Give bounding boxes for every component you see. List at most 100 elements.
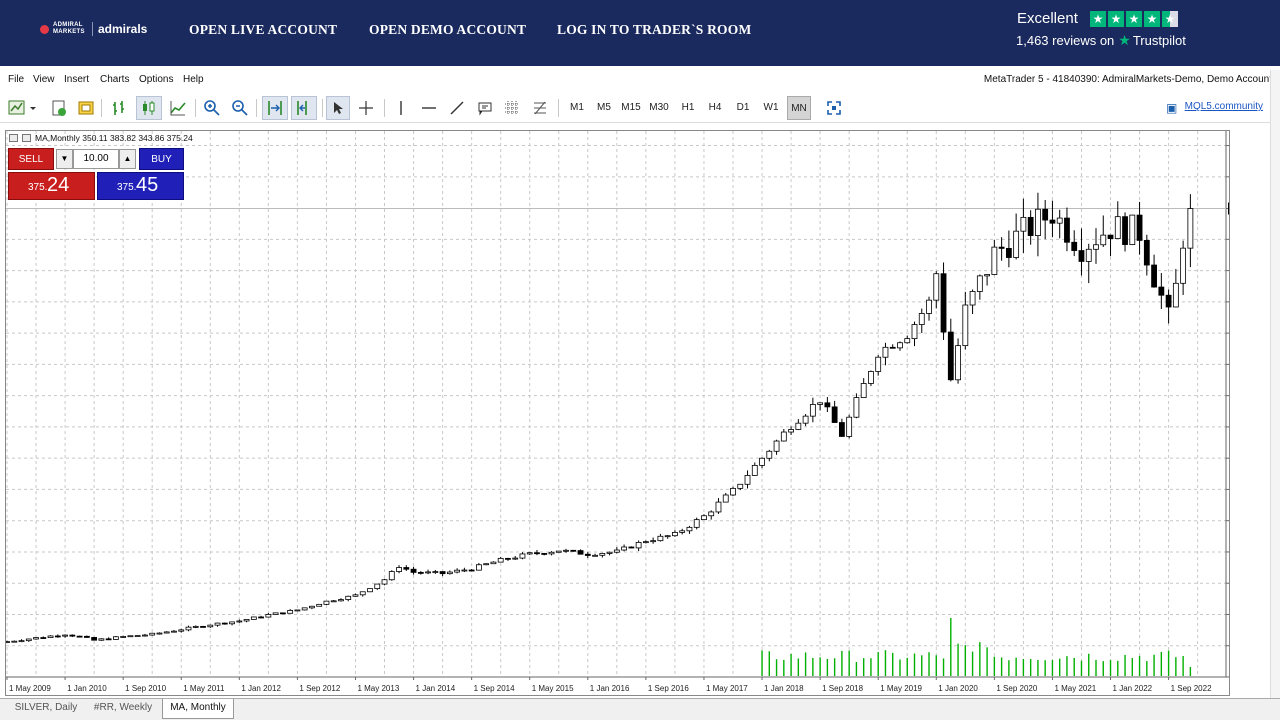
x-tick-label: 1 May 2009: [9, 684, 51, 693]
candle-body: [635, 542, 642, 549]
mql5-community-link[interactable]: MQL5.community: [1185, 101, 1263, 112]
candle-body: [657, 535, 664, 542]
candle-body: [185, 626, 192, 631]
sell-button[interactable]: SELL: [8, 148, 54, 170]
sell-price-pips: 24: [47, 174, 70, 196]
site-header: ADMIRAL MARKETS admirals OPEN LIVE ACCOU…: [0, 0, 1280, 66]
candle-body: [1143, 240, 1150, 266]
candle-body: [701, 515, 707, 521]
candle-body: [1027, 216, 1034, 236]
bar-chart-icon[interactable]: [108, 96, 132, 120]
open-live-account-link[interactable]: OPEN LIVE ACCOUNT: [189, 22, 337, 38]
timeframe-w1[interactable]: W1: [760, 96, 782, 120]
x-tick-label: 1 May 2019: [880, 684, 922, 693]
candle-body: [1071, 241, 1078, 251]
logo-dot-icon: [40, 24, 49, 34]
candle-body: [105, 638, 112, 641]
admirals-logo[interactable]: ADMIRAL MARKETS admirals: [40, 22, 147, 36]
half-star-icon: ★: [1162, 11, 1178, 27]
fibonacci-icon[interactable]: [529, 96, 551, 120]
cursor-icon[interactable]: [326, 96, 350, 120]
volume-increase-button[interactable]: ▲: [119, 149, 136, 169]
candle-body: [1035, 208, 1041, 236]
candlestick-chart-icon[interactable]: [136, 96, 162, 120]
auto-scroll-icon[interactable]: [262, 96, 288, 120]
candle-body: [809, 404, 816, 417]
timeframe-m15[interactable]: M15: [619, 96, 643, 120]
trendline-icon[interactable]: [446, 96, 468, 120]
trustpilot-name: Trustpilot: [1132, 33, 1186, 48]
candle-body: [410, 568, 417, 573]
candle-body: [287, 610, 294, 614]
toolbar: M1 M5 M15 M30 H1 H4 D1 W1 MN: [0, 93, 1280, 123]
vertical-line-icon[interactable]: [390, 96, 412, 120]
timeframe-h4[interactable]: H4: [704, 96, 726, 120]
timeframe-d1[interactable]: D1: [732, 96, 754, 120]
trustpilot-reviews[interactable]: 1,463 reviews on ★ Trustpilot: [1016, 32, 1186, 49]
line-chart-icon[interactable]: [166, 96, 190, 120]
candle-body: [18, 640, 25, 643]
timeframe-m1[interactable]: M1: [566, 96, 588, 120]
candle-body: [54, 635, 61, 638]
candle-body: [846, 416, 853, 437]
grid-icon[interactable]: [501, 96, 523, 120]
timeframe-m30[interactable]: M30: [647, 96, 671, 120]
candle-body: [831, 406, 838, 423]
text-label-icon[interactable]: [474, 96, 496, 120]
traders-room-login-link[interactable]: LOG IN TO TRADER`S ROOM: [557, 22, 751, 38]
menu-insert[interactable]: Insert: [64, 74, 89, 85]
candle-body: [860, 383, 867, 398]
candle-body: [1172, 282, 1179, 308]
crosshair-icon[interactable]: [355, 96, 377, 120]
right-scrollbar[interactable]: [1270, 70, 1280, 698]
candle-body: [730, 487, 736, 496]
horizontal-line-icon[interactable]: [418, 96, 440, 120]
chart-info-text: MA,Monthly 350.11 383.82 343.86 375.24: [35, 133, 193, 143]
trustpilot-rating: Excellent: [1017, 10, 1078, 27]
menu-view[interactable]: View: [33, 74, 55, 85]
x-tick-label: 1 Sep 2020: [996, 684, 1037, 693]
candle-body: [345, 595, 352, 600]
sell-price-button[interactable]: 375. 24: [8, 172, 95, 200]
new-chart-icon[interactable]: [6, 96, 38, 120]
candle-body: [221, 622, 228, 625]
candle-body: [563, 549, 569, 552]
candle-body: [570, 549, 577, 552]
price-chart[interactable]: 427.03401.31375.24349.88324.16298.44272.…: [5, 130, 1230, 696]
chart-shift-icon[interactable]: [291, 96, 317, 120]
chart-info: MA,Monthly 350.11 383.82 343.86 375.24: [9, 133, 193, 143]
menu-file[interactable]: File: [8, 74, 24, 85]
candle-body: [715, 501, 722, 513]
buy-button[interactable]: BUY: [139, 148, 184, 170]
candlestick-chart[interactable]: 427.03401.31375.24349.88324.16298.44272.…: [6, 131, 1229, 695]
x-tick-label: 1 Sep 2014: [474, 684, 515, 693]
current-price-badge: [1228, 202, 1229, 215]
candle-body: [962, 304, 969, 347]
timeframe-m5[interactable]: M5: [593, 96, 615, 120]
trustpilot-stars[interactable]: ★ ★ ★ ★ ★: [1090, 11, 1178, 27]
open-demo-account-link[interactable]: OPEN DEMO ACCOUNT: [369, 22, 526, 38]
fullscreen-icon[interactable]: [823, 96, 845, 120]
zoom-out-icon[interactable]: [228, 96, 252, 120]
tab-silver-daily[interactable]: SILVER, Daily: [8, 699, 84, 719]
menu-charts[interactable]: Charts: [100, 74, 129, 85]
candle-body: [1100, 234, 1107, 246]
menu-help[interactable]: Help: [183, 74, 204, 85]
tab-rr-weekly[interactable]: #RR, Weekly: [88, 699, 158, 719]
profiles-icon[interactable]: [48, 96, 70, 120]
volume-decrease-button[interactable]: ▼: [56, 149, 73, 169]
timeframe-mn[interactable]: MN: [787, 96, 811, 120]
candle-body: [6, 641, 10, 643]
zoom-in-icon[interactable]: [200, 96, 224, 120]
candle-body: [156, 632, 163, 635]
candle-body: [76, 635, 83, 638]
candle-body: [338, 599, 344, 602]
volume-input[interactable]: 10.00: [73, 149, 119, 169]
market-watch-icon[interactable]: [75, 96, 97, 120]
timeframe-h1[interactable]: H1: [677, 96, 699, 120]
buy-price-button[interactable]: 375. 45: [97, 172, 184, 200]
candle-body: [788, 429, 794, 433]
tab-ma-monthly[interactable]: MA, Monthly: [162, 699, 234, 719]
candle-body: [853, 397, 860, 418]
menu-options[interactable]: Options: [139, 74, 173, 85]
